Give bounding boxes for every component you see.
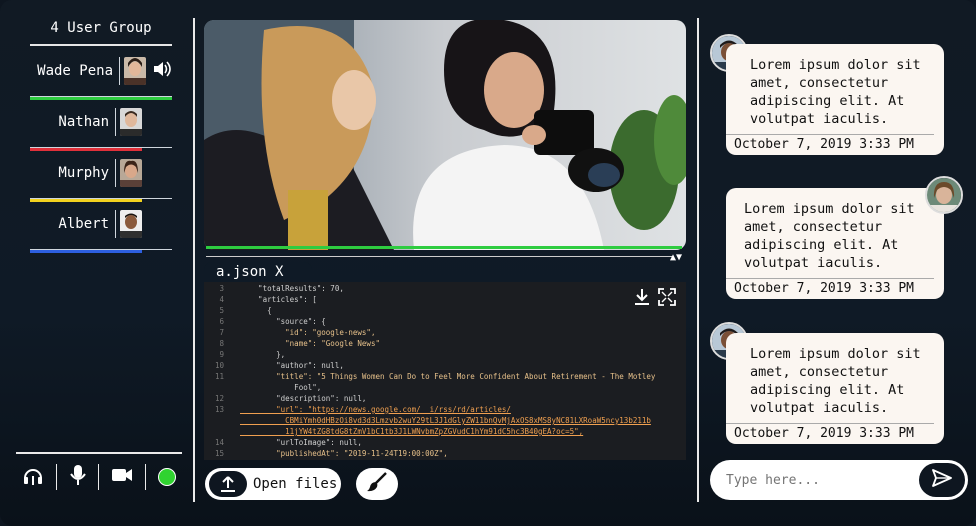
participant-name: Albert [58, 216, 109, 232]
video-progress-track [206, 256, 672, 257]
message-timestamp: October 7, 2019 3:33 PM [726, 134, 934, 155]
code-line: 11jYW4tZG8tdG8tZmV1bC1tb3J1LWNvbmZpZGVud… [240, 427, 584, 436]
divider [697, 18, 699, 502]
open-files-label: Open files [253, 476, 338, 492]
group-title: 4 User Group [30, 14, 172, 46]
video-progress-bar[interactable] [206, 246, 682, 249]
open-files-button[interactable]: Open files [205, 468, 341, 500]
send-icon [932, 469, 952, 491]
code-line: "source": { [240, 317, 326, 326]
collapse-toggle-icon[interactable]: ▲▼ [670, 252, 682, 263]
message-text: Lorem ipsum dolor sit amet, consectetur … [750, 57, 921, 127]
participant-nathan[interactable]: Nathan [30, 97, 172, 151]
chat-input[interactable] [724, 471, 908, 489]
participant-murphy[interactable]: Murphy [30, 148, 172, 202]
line-number: 10 [214, 361, 224, 370]
message-timestamp: October 7, 2019 3:33 PM [726, 423, 934, 444]
video-camera-icon[interactable] [111, 467, 133, 487]
participant-albert[interactable]: Albert [30, 199, 172, 253]
message-text: Lorem ipsum dolor sit amet, consectetur … [744, 201, 915, 271]
code-line: { [240, 306, 272, 315]
code-line: "title": "5 Things Women Can Do to Feel … [240, 372, 656, 381]
participant-name: Nathan [58, 114, 109, 130]
avatar [120, 210, 142, 238]
code-line: }, [240, 350, 286, 359]
code-line: "author": null, [240, 361, 344, 370]
brush-button[interactable] [356, 468, 398, 500]
code-editor[interactable]: 3 "totalResults": 70, 4 "articles": [ 5 {6… [204, 282, 686, 460]
line-number: 6 [219, 317, 224, 326]
line-number: 4 [219, 295, 224, 304]
line-number: 9 [219, 350, 224, 359]
participant-name: Murphy [58, 165, 109, 181]
message-text: Lorem ipsum dolor sit amet, consectetur … [750, 346, 921, 416]
avatar [124, 57, 146, 85]
message-timestamp: October 7, 2019 3:33 PM [726, 278, 934, 299]
speaker-icon[interactable] [152, 60, 172, 82]
upload-icon [209, 471, 247, 497]
headphones-icon[interactable] [22, 464, 44, 490]
code-line: "totalResults": 70, [240, 284, 344, 293]
code-line: "publishedAt": "2019-11-24T19:00:00Z", [240, 449, 448, 458]
call-controls [16, 452, 182, 490]
fullscreen-icon[interactable] [658, 288, 676, 308]
code-line: "articles": [ [240, 295, 317, 304]
line-number: 7 [219, 328, 224, 337]
chat-avatar [925, 176, 963, 214]
code-line: Fool", [240, 383, 322, 392]
divider [193, 18, 195, 502]
user-color-bar [30, 250, 142, 253]
send-button[interactable] [919, 463, 965, 497]
code-line: "url": "https://news.google.com/__i/rss/… [240, 405, 511, 414]
download-icon[interactable] [634, 288, 650, 308]
line-number: 8 [219, 339, 224, 348]
code-line: "id": "google-news", [240, 328, 376, 337]
line-number: 11 [214, 372, 224, 381]
line-number: 12 [214, 394, 224, 403]
code-line: "description": null, [240, 394, 367, 403]
online-status-dot [157, 468, 176, 486]
line-number: 14 [214, 438, 224, 447]
code-line: "urlToImage": null, [240, 438, 362, 447]
line-number: 15 [214, 449, 224, 458]
line-number: 13 [214, 405, 224, 414]
code-line: CBMiYmh0dHBzOi8vd3d3Lmzvb2wuY29tL3J1dGly… [240, 416, 651, 425]
line-number: 5 [219, 306, 224, 315]
participants-panel: 4 User Group Wade Pena Nathan Murphy Alb… [30, 14, 172, 253]
line-number: 3 [219, 284, 224, 293]
chat-input-bar [710, 460, 968, 500]
chat-message: Lorem ipsum dolor sit amet, consectetur … [726, 44, 944, 155]
editor-actions [634, 288, 676, 308]
chat-message: Lorem ipsum dolor sit amet, consectetur … [726, 188, 944, 299]
chat-message: Lorem ipsum dolor sit amet, consectetur … [726, 333, 944, 444]
video-feed[interactable] [204, 20, 686, 250]
avatar [120, 159, 142, 187]
brush-icon [366, 471, 388, 497]
code-line: "name": "Google News" [240, 339, 380, 348]
editor-tab[interactable]: a.json X [204, 262, 312, 282]
participant-name: Wade Pena [37, 63, 113, 79]
avatar [120, 108, 142, 136]
participant-wade-pena[interactable]: Wade Pena [30, 46, 172, 100]
microphone-icon[interactable] [69, 464, 87, 490]
